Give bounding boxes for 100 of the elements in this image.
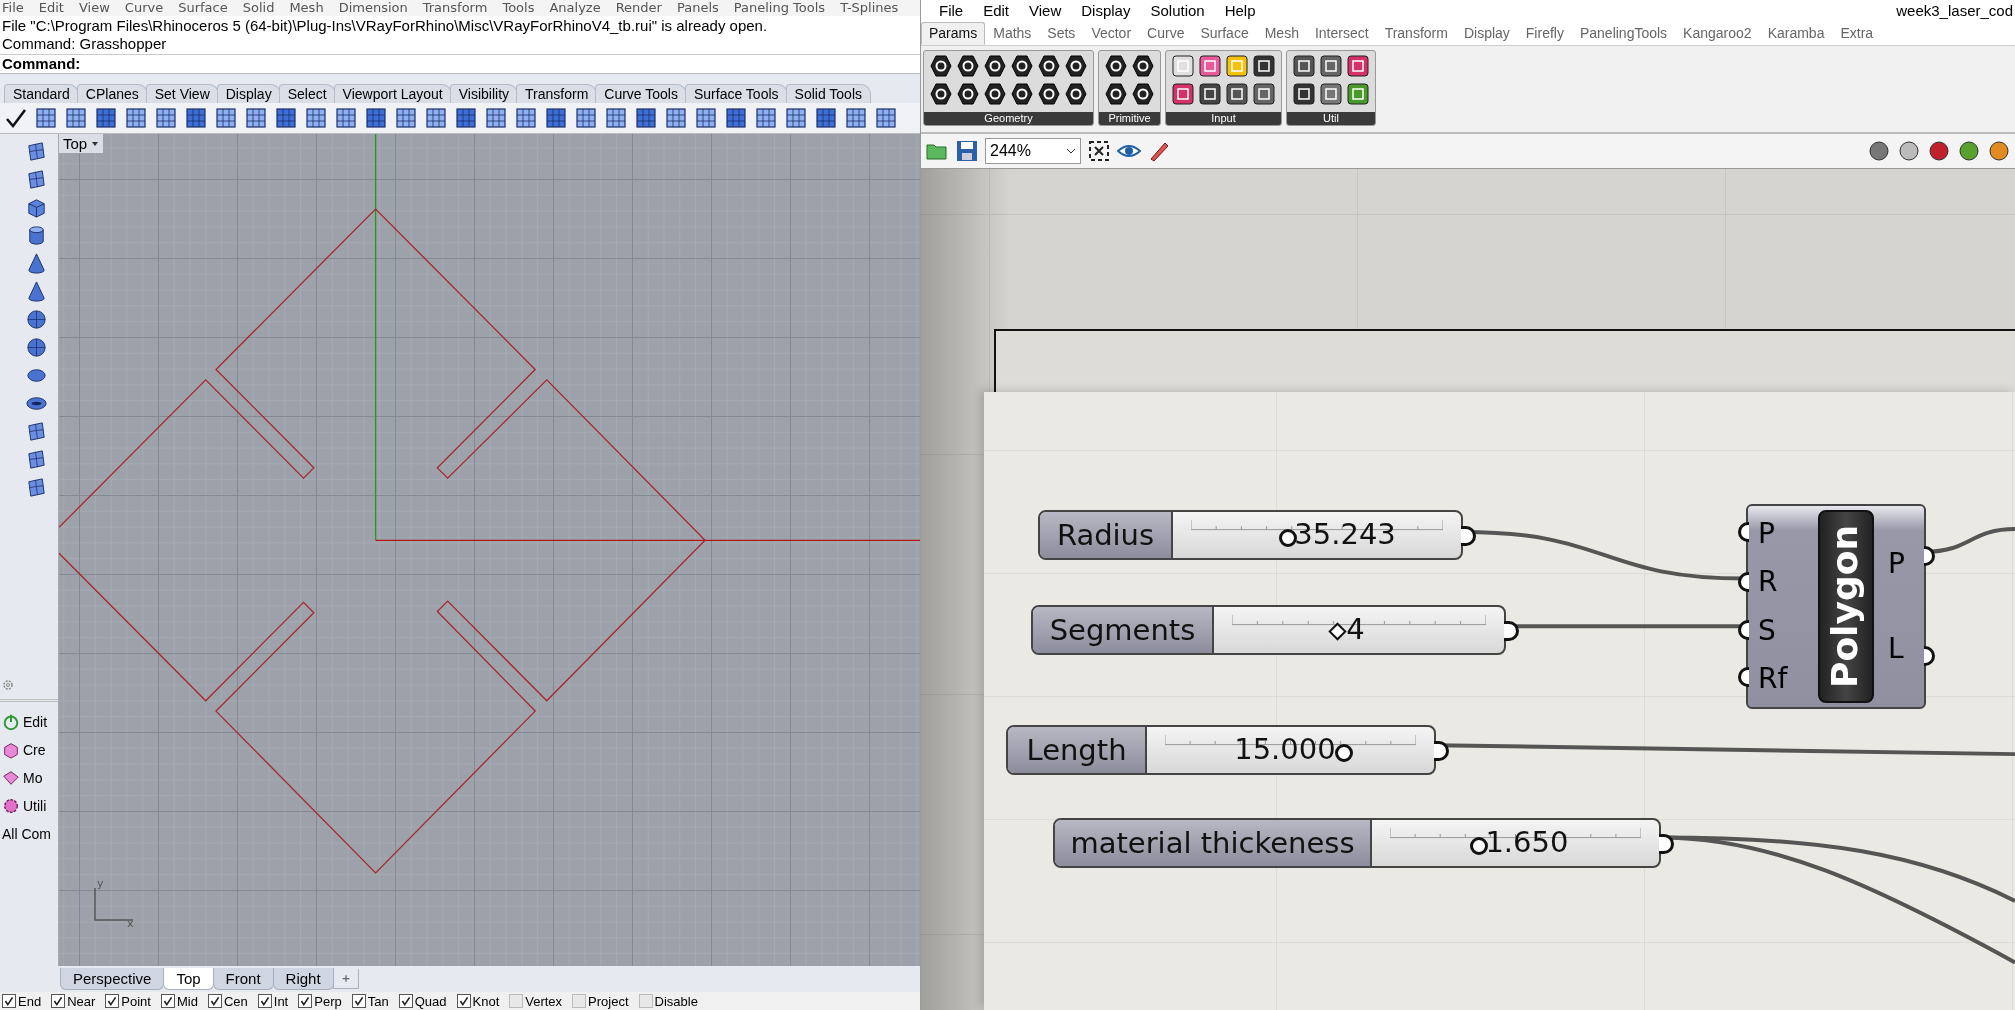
- menu-item[interactable]: Surface: [178, 0, 228, 16]
- ribbon-group-label[interactable]: Input: [1166, 112, 1281, 125]
- panel-button[interactable]: Mo: [0, 766, 58, 790]
- hexagon-icon[interactable]: [1037, 82, 1061, 106]
- panel-button[interactable]: Utili: [0, 794, 58, 818]
- menu-item[interactable]: Edit: [973, 2, 1020, 19]
- menu-item[interactable]: View: [1019, 2, 1072, 19]
- menu-item[interactable]: Curve: [124, 0, 164, 16]
- slider-track[interactable]: 1.650: [1390, 820, 1641, 866]
- toolbar-tab[interactable]: Visibility: [449, 84, 519, 103]
- toolbar-tab[interactable]: Surface Tools: [685, 84, 788, 103]
- toolbar-tab[interactable]: Solid Tools: [785, 84, 871, 103]
- menu-item[interactable]: Transform: [422, 0, 488, 16]
- ribbon-tab[interactable]: Sets: [1039, 22, 1084, 45]
- menu-item[interactable]: Paneling Tools: [733, 0, 826, 16]
- viewport-tab[interactable]: Right: [272, 968, 334, 990]
- input-port[interactable]: [1738, 572, 1749, 592]
- tile-icon[interactable]: [1225, 82, 1249, 106]
- tile-icon[interactable]: [1252, 54, 1276, 78]
- checkbox[interactable]: [298, 994, 313, 1008]
- hexagon-icon[interactable]: [1104, 54, 1128, 78]
- hexagon-icon[interactable]: [1131, 82, 1155, 106]
- checkbox[interactable]: [207, 994, 222, 1008]
- checkbox[interactable]: [160, 994, 175, 1008]
- checkbox[interactable]: [2, 994, 16, 1008]
- number-slider[interactable]: material thickeness 1.650: [1053, 818, 1661, 868]
- checkbox[interactable]: [572, 994, 587, 1008]
- checkbox[interactable]: [509, 994, 524, 1008]
- panel-button[interactable]: All Com: [0, 822, 58, 846]
- tile-icon[interactable]: [1319, 54, 1343, 78]
- tile-icon[interactable]: [1171, 82, 1195, 106]
- menu-item[interactable]: Edit: [38, 0, 64, 16]
- slider-thumb[interactable]: [1469, 837, 1488, 855]
- menu-item[interactable]: File: [2, 0, 24, 16]
- ribbon-tab[interactable]: Surface: [1192, 22, 1257, 45]
- hexagon-icon[interactable]: [983, 54, 1007, 78]
- slider-track[interactable]: 35.243: [1191, 512, 1443, 558]
- checkbox[interactable]: [257, 994, 272, 1008]
- menu-item[interactable]: Display: [1071, 2, 1141, 19]
- toolbar-tab[interactable]: Standard: [4, 84, 79, 103]
- slider-thumb[interactable]: [1335, 744, 1354, 762]
- sphere-icon[interactable]: [1987, 139, 2011, 163]
- menu-item[interactable]: Tools: [502, 0, 535, 16]
- sphere-icon[interactable]: [1957, 139, 1981, 163]
- hexagon-icon[interactable]: [1064, 54, 1088, 78]
- ribbon-tab[interactable]: Params: [921, 22, 986, 45]
- hexagon-icon[interactable]: [1010, 82, 1034, 106]
- sphere-icon[interactable]: [1897, 139, 1921, 163]
- hexagon-icon[interactable]: [1037, 54, 1061, 78]
- tile-icon[interactable]: [1292, 54, 1316, 78]
- menu-item[interactable]: Analyze: [549, 0, 601, 16]
- tile-icon[interactable]: [1252, 82, 1276, 106]
- zoom-extents-icon[interactable]: [1087, 139, 1111, 163]
- output-port[interactable]: [1924, 546, 1935, 566]
- ribbon-tab[interactable]: Maths: [985, 22, 1040, 45]
- ribbon-tab[interactable]: Curve: [1139, 22, 1193, 45]
- ribbon-tab[interactable]: PanelingTools: [1571, 22, 1676, 45]
- ribbon-tab[interactable]: Intersect: [1306, 22, 1377, 45]
- input-port[interactable]: [1738, 522, 1749, 542]
- ribbon-tab[interactable]: Display: [1455, 22, 1518, 45]
- toolbar-tab[interactable]: Set View: [145, 84, 219, 103]
- viewport-title[interactable]: Top: [59, 134, 104, 153]
- viewport-tab[interactable]: Front: [212, 968, 274, 990]
- slider-track[interactable]: 15.000: [1165, 727, 1416, 773]
- viewport-tab[interactable]: Top: [163, 968, 214, 990]
- toolbar-tab[interactable]: Viewport Layout: [333, 84, 452, 103]
- toolbar-tab[interactable]: Display: [216, 84, 281, 103]
- hexagon-icon[interactable]: [1064, 82, 1088, 106]
- ribbon-tab[interactable]: Firefly: [1517, 22, 1572, 45]
- checkbox[interactable]: [456, 994, 471, 1008]
- menu-item[interactable]: T-Splines: [840, 0, 899, 16]
- ribbon-tab[interactable]: Transform: [1376, 22, 1456, 45]
- command-line-field[interactable]: Command:: [0, 54, 920, 74]
- toolbar-tab[interactable]: Select: [278, 84, 336, 103]
- ribbon-group-label[interactable]: Util: [1287, 112, 1375, 125]
- viewport-tab[interactable]: Perspective: [60, 968, 165, 990]
- checkbox[interactable]: [51, 994, 66, 1008]
- ribbon-tab[interactable]: Extra: [1832, 22, 1882, 45]
- sphere-icon[interactable]: [24, 308, 48, 331]
- menu-item[interactable]: Render: [615, 0, 662, 16]
- hexagon-icon[interactable]: [956, 54, 980, 78]
- checkbox[interactable]: [638, 994, 653, 1008]
- panel-button[interactable]: Cre: [0, 738, 58, 762]
- toolbar-tab[interactable]: CPlanes: [76, 84, 148, 103]
- tile-icon[interactable]: [1346, 82, 1370, 106]
- hexagon-icon[interactable]: [956, 82, 980, 106]
- ribbon-group-label[interactable]: Geometry: [924, 112, 1093, 125]
- slider-thumb[interactable]: [1278, 529, 1297, 547]
- ribbon-tab[interactable]: Vector: [1083, 22, 1140, 45]
- tile-icon[interactable]: [1225, 54, 1249, 78]
- number-slider[interactable]: Radius 35.243: [1038, 510, 1463, 560]
- tile-icon[interactable]: [1292, 82, 1316, 106]
- input-port[interactable]: [1738, 620, 1749, 640]
- menu-item[interactable]: Help: [1214, 2, 1266, 19]
- ribbon-tab[interactable]: Kangaroo2: [1675, 22, 1760, 45]
- hexagon-icon[interactable]: [983, 82, 1007, 106]
- zoom-dropdown[interactable]: 244%: [985, 138, 1081, 164]
- viewport[interactable]: Top y x: [59, 134, 920, 966]
- input-port[interactable]: [1738, 667, 1749, 687]
- menu-item[interactable]: Panels: [676, 0, 719, 16]
